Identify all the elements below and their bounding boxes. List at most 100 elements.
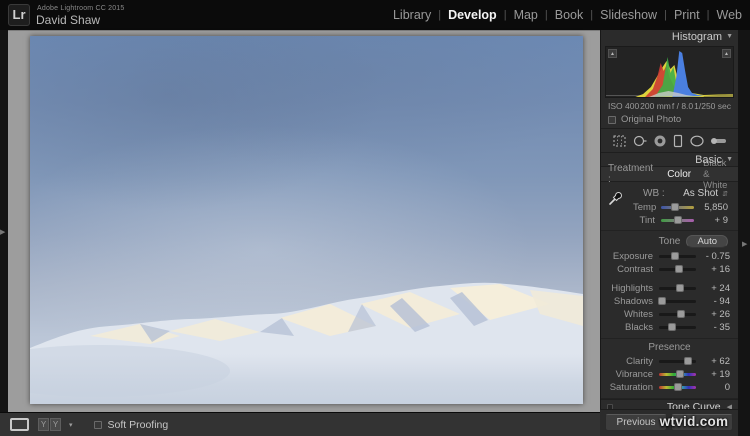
histogram-graph <box>606 51 733 97</box>
expand-left-panel-icon[interactable]: ▶ <box>0 228 5 236</box>
histogram-display[interactable]: ▲ ▲ <box>605 46 734 98</box>
blacks-slider-knob[interactable] <box>667 323 676 331</box>
whites-slider[interactable] <box>659 310 696 318</box>
graduated-filter-icon[interactable] <box>672 134 684 148</box>
shutter-value: 1/250 sec <box>694 101 731 111</box>
photo-mountains <box>30 282 583 404</box>
identity-plate: David Shaw <box>36 13 101 27</box>
treatment-color-option[interactable]: Color <box>667 169 691 180</box>
presence-label: Presence <box>648 342 691 353</box>
spot-removal-icon[interactable] <box>632 134 648 148</box>
module-slideshow[interactable]: Slideshow <box>600 8 657 22</box>
highlights-slider[interactable] <box>659 284 696 292</box>
shadows-label: Shadows <box>613 296 653 307</box>
saturation-slider-knob[interactable] <box>673 383 682 391</box>
exposure-slider-knob[interactable] <box>670 252 679 260</box>
clarity-slider-knob[interactable] <box>683 357 692 365</box>
shadows-value: - 94 <box>713 296 730 307</box>
temp-slider-row: Temp 5,850 <box>629 201 732 214</box>
shadow-clipping-indicator[interactable]: ▲ <box>608 49 617 58</box>
right-panel-edge-strip[interactable]: ▶ <box>738 30 750 436</box>
blacks-slider[interactable] <box>659 323 696 331</box>
histogram-title: Histogram <box>671 31 722 43</box>
before-after-right-icon[interactable]: Y <box>50 418 61 431</box>
bottom-toolbar: Y Y ▾ Soft Proofing <box>0 412 600 436</box>
temp-slider-knob[interactable] <box>670 203 679 211</box>
contrast-slider[interactable] <box>659 265 696 273</box>
menu-separator: | <box>503 9 507 21</box>
vibrance-label: Vibrance <box>615 369 653 380</box>
highlights-value: + 24 <box>711 283 730 294</box>
original-photo-row: Original Photo <box>601 112 738 128</box>
tint-slider[interactable] <box>661 216 694 224</box>
histogram-expand-icon[interactable]: ▼ <box>726 30 733 44</box>
temp-slider[interactable] <box>661 203 694 211</box>
tone-header-row: Tone Auto <box>605 234 734 250</box>
module-develop[interactable]: Develop <box>448 8 497 22</box>
focal-length-value: 200 mm <box>640 101 671 111</box>
tint-slider-knob[interactable] <box>674 216 683 224</box>
highlight-clipping-indicator[interactable]: ▲ <box>722 49 731 58</box>
red-eye-icon[interactable] <box>653 134 667 148</box>
contrast-slider-row: Contrast + 16 <box>605 263 734 276</box>
collapse-right-panel-icon[interactable]: ▶ <box>742 240 747 248</box>
vibrance-value: + 19 <box>711 369 730 380</box>
white-balance-dropper-icon[interactable] <box>608 189 625 209</box>
adjustment-brush-icon[interactable] <box>710 134 727 148</box>
shadows-slider-row: Shadows - 94 <box>605 295 734 308</box>
develop-content-area <box>8 30 600 412</box>
basic-header[interactable]: Basic ▼ <box>601 152 738 166</box>
original-photo-checkbox[interactable] <box>608 115 616 124</box>
basic-title: Basic <box>695 154 722 166</box>
whites-value: + 26 <box>711 309 730 320</box>
shadows-slider[interactable] <box>658 297 696 305</box>
menu-separator: | <box>706 9 710 21</box>
menu-separator: | <box>664 9 667 21</box>
module-web[interactable]: Web <box>717 8 742 22</box>
before-after-left-icon[interactable]: Y <box>38 418 49 431</box>
module-picker: Library | Develop | Map | Book | Slidesh… <box>393 0 742 30</box>
whites-slider-knob[interactable] <box>677 310 686 318</box>
tone-label: Tone <box>658 236 681 247</box>
left-panel-collapsed-strip[interactable]: ▶ <box>0 30 8 412</box>
module-print[interactable]: Print <box>674 8 700 22</box>
saturation-slider[interactable] <box>659 383 696 391</box>
contrast-value: + 16 <box>711 264 730 275</box>
menu-separator: | <box>590 9 594 21</box>
module-map[interactable]: Map <box>514 8 538 22</box>
iso-value: ISO 400 <box>608 101 640 111</box>
highlights-label: Highlights <box>611 283 653 294</box>
radial-filter-icon[interactable] <box>689 134 705 148</box>
blacks-label: Blacks <box>625 322 653 333</box>
saturation-label: Saturation <box>609 382 653 393</box>
clarity-slider[interactable] <box>659 357 696 365</box>
wb-preset-row[interactable]: WB : As Shot ⇵ <box>629 186 732 201</box>
temp-label: Temp <box>633 202 657 213</box>
view-mode-dropdown-icon[interactable]: ▾ <box>69 421 73 429</box>
wb-selector-icon[interactable]: ⇵ <box>722 190 728 198</box>
histogram-header[interactable]: Histogram ▼ <box>601 30 738 44</box>
wb-label: WB : <box>643 188 665 199</box>
tint-value: + 9 <box>714 215 728 226</box>
white-balance-section: WB : As Shot ⇵ Temp 5,850 Tint + 9 <box>601 182 738 231</box>
saturation-value: 0 <box>724 382 730 393</box>
right-panel: Histogram ▼ ▲ ▲ ISO 400 200 mm f / 8.0 1… <box>600 30 738 436</box>
basic-expand-icon[interactable]: ▼ <box>726 153 733 167</box>
highlights-slider-knob[interactable] <box>676 284 685 292</box>
vibrance-slider-knob[interactable] <box>676 370 685 378</box>
module-book[interactable]: Book <box>555 8 584 22</box>
loupe-view-icon[interactable] <box>10 418 29 431</box>
lightroom-logo: Lr <box>8 4 30 26</box>
photo-preview[interactable] <box>30 36 583 404</box>
module-library[interactable]: Library <box>393 8 431 22</box>
contrast-slider-knob[interactable] <box>674 265 683 273</box>
crop-overlay-icon[interactable] <box>612 134 627 148</box>
exposure-slider[interactable] <box>659 252 696 260</box>
auto-tone-button[interactable]: Auto <box>686 235 728 248</box>
tool-strip <box>601 128 738 152</box>
shadows-slider-knob[interactable] <box>658 297 667 305</box>
wb-selected-value[interactable]: As Shot <box>683 188 718 199</box>
vibrance-slider[interactable] <box>659 370 696 378</box>
soft-proofing-checkbox[interactable] <box>93 420 102 429</box>
contrast-label: Contrast <box>617 264 653 275</box>
